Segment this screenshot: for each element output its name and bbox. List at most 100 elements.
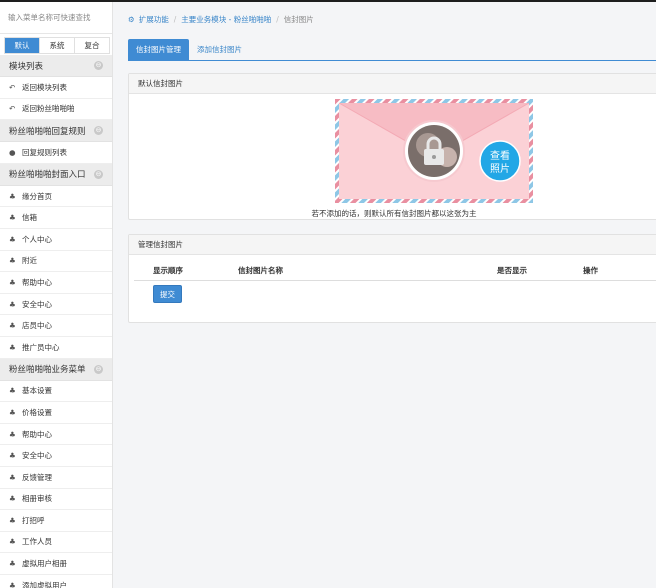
menu-item[interactable]: ♣ 相册审核	[0, 489, 112, 511]
badge-text-line2: 照片	[490, 162, 510, 175]
table-header: 显示顺序 信封图片名称 是否显示 操作	[134, 261, 656, 281]
menu-item[interactable]: ♣ 基本设置	[0, 381, 112, 403]
sitemap-icon: ♣	[9, 559, 16, 569]
menu-tabs: 默认 系统 复合	[4, 37, 110, 54]
menu-section-header[interactable]: 粉丝啪啪啪回复规则 ⊖	[0, 120, 112, 143]
menu-item-label: 帮助中心	[22, 429, 52, 439]
menu-item-label: 基本设置	[22, 386, 52, 396]
menu-search-input[interactable]	[8, 13, 104, 22]
menu-search	[0, 2, 112, 34]
sitemap-icon: ♣	[9, 386, 16, 396]
menu-item-label: 返回模块列表	[22, 82, 67, 92]
menu-section-title: 粉丝啪啪啪封面入口	[9, 170, 86, 181]
collapse-icon[interactable]: ⊖	[94, 61, 103, 70]
menu-item[interactable]: ♣ 个人中心	[0, 229, 112, 251]
sitemap-icon: ♣	[9, 321, 16, 331]
menu-item[interactable]: ♣ 价格设置	[0, 402, 112, 424]
menu-item[interactable]: ↶ 返回模块列表	[0, 77, 112, 99]
menu-item-label: 回复规则列表	[22, 147, 67, 157]
sitemap-icon: ♣	[9, 256, 16, 266]
column-header: 操作	[583, 266, 598, 275]
menu-item[interactable]: ♣ 缘分首页	[0, 186, 112, 208]
menu-item[interactable]: ♣ 推广员中心	[0, 337, 112, 359]
sitemap-icon: ♣	[9, 277, 16, 287]
sitemap-icon: ♣	[9, 537, 16, 547]
cogs-icon: ⚙	[128, 15, 135, 24]
breadcrumb-link[interactable]: 主要业务模块 - 粉丝啪啪啪	[181, 15, 271, 24]
main-content: ⚙ 扩展功能 / 主要业务模块 - 粉丝啪啪啪 / 信封图片 信封图片管理 添加信封图片 …	[114, 2, 656, 588]
tab-envelope-manage[interactable]: 信封图片管理	[128, 39, 189, 61]
collapse-icon[interactable]: ⊖	[94, 364, 103, 374]
menu-item-label: 返回粉丝啪啪啪	[22, 104, 75, 114]
breadcrumb-separator: /	[173, 15, 177, 24]
sitemap-icon: ♣	[9, 407, 16, 417]
sidebar: 默认 系统 复合 模块列表 ⊖ ↶ 返回模块列表 ↶ 返回粉丝啪啪啪 粉丝啪啪啪回复规…	[0, 2, 113, 588]
menu-item[interactable]: ♣ 店员中心	[0, 315, 112, 337]
menu-section-title: 模块列表	[9, 61, 44, 72]
menu-item[interactable]: ♣ 帮助中心	[0, 424, 112, 446]
panel-title: 默认信封图片	[129, 74, 656, 94]
menu-item[interactable]: ♣ 安全中心	[0, 445, 112, 467]
menu-section-title: 粉丝啪啪啪回复规则	[9, 126, 86, 137]
menu-item-label: 工作人员	[22, 537, 52, 547]
breadcrumb: ⚙ 扩展功能 / 主要业务模块 - 粉丝啪啪啪 / 信封图片	[128, 14, 314, 25]
sitemap-icon: ♣	[9, 234, 16, 244]
collapse-icon[interactable]: ⊖	[94, 126, 103, 136]
tab-add-envelope[interactable]: 添加信封图片	[189, 39, 250, 61]
panel-title: 管理信封图片	[129, 235, 656, 255]
sitemap-icon: ♣	[9, 191, 16, 201]
sitemap-icon: ♣	[9, 515, 16, 525]
column-header: 信封图片名称	[238, 266, 283, 275]
default-envelope-caption: 若不添加的话，则默认所有信封图片都以这张为主	[311, 209, 477, 218]
default-envelope-panel: 默认信封图片 查看 照片 若不添加的话，则默认所有信封图片都以这张为主	[128, 73, 656, 220]
menu-item[interactable]: ♣ 信箱	[0, 207, 112, 229]
menu-item[interactable]: ♣ 反馈管理	[0, 467, 112, 489]
sitemap-icon: ♣	[9, 580, 16, 588]
menu-item[interactable]: ● 回复规则列表	[0, 142, 112, 164]
menu-item[interactable]: ♣ 附近	[0, 251, 112, 273]
menu-section-header[interactable]: 粉丝啪啪啪业务菜单 ⊖	[0, 358, 112, 381]
breadcrumb-link[interactable]: 扩展功能	[139, 15, 169, 24]
sitemap-icon: ♣	[9, 213, 16, 223]
menu-item-label: 帮助中心	[22, 277, 52, 287]
menu-item-label: 相册审核	[22, 494, 52, 504]
comments-icon: ●	[9, 147, 16, 157]
menu-item[interactable]: ♣ 虚拟用户相册	[0, 553, 112, 575]
menu-item-label: 信箱	[22, 213, 37, 223]
menu-tab-default[interactable]: 默认	[5, 38, 40, 53]
sitemap-icon: ♣	[9, 494, 16, 504]
breadcrumb-current: 信封图片	[283, 15, 314, 24]
menu-item[interactable]: ↶ 返回粉丝啪啪啪	[0, 99, 112, 121]
menu-item-label: 店员中心	[22, 321, 52, 331]
menu-tab-system[interactable]: 系统	[40, 38, 75, 53]
badge-text-line1: 查看	[490, 149, 510, 162]
menu-item-label: 推广员中心	[22, 342, 60, 352]
menu-item-label: 缘分首页	[22, 191, 52, 201]
column-header: 是否显示	[497, 266, 527, 275]
sitemap-icon: ♣	[9, 342, 16, 352]
menu-item[interactable]: ♣ 帮助中心	[0, 272, 112, 294]
menu-item-label: 安全中心	[22, 451, 52, 461]
menu-section-header[interactable]: 模块列表 ⊖	[0, 55, 112, 77]
collapse-icon[interactable]: ⊖	[94, 169, 103, 179]
menu-item-label: 附近	[22, 256, 37, 266]
menu-item-label: 添加虚拟用户	[22, 580, 67, 588]
menu-item[interactable]: ♣ 安全中心	[0, 294, 112, 316]
menu-item[interactable]: ♣ 打招呼	[0, 510, 112, 532]
sitemap-icon: ♣	[9, 299, 16, 309]
menu-item-label: 个人中心	[22, 234, 52, 244]
sitemap-icon: ♣	[9, 472, 16, 482]
menu-item[interactable]: ♣ 添加虚拟用户	[0, 575, 112, 588]
menu-section-title: 粉丝啪啪啪业务菜单	[9, 365, 86, 376]
breadcrumb-separator: /	[276, 15, 279, 24]
submit-button[interactable]: 提交	[153, 285, 182, 303]
column-header: 显示顺序	[153, 266, 183, 275]
return-icon: ↶	[9, 82, 16, 92]
envelope-image: 查看 照片	[335, 99, 533, 203]
page-tabs: 信封图片管理 添加信封图片	[128, 39, 656, 61]
menu-tab-composite[interactable]: 复合	[75, 38, 109, 53]
menu-item-label: 价格设置	[22, 407, 52, 417]
menu-section-header[interactable]: 粉丝啪啪啪封面入口 ⊖	[0, 163, 112, 186]
menu-item[interactable]: ♣ 工作人员	[0, 532, 112, 554]
menu-item-label: 安全中心	[22, 299, 52, 309]
